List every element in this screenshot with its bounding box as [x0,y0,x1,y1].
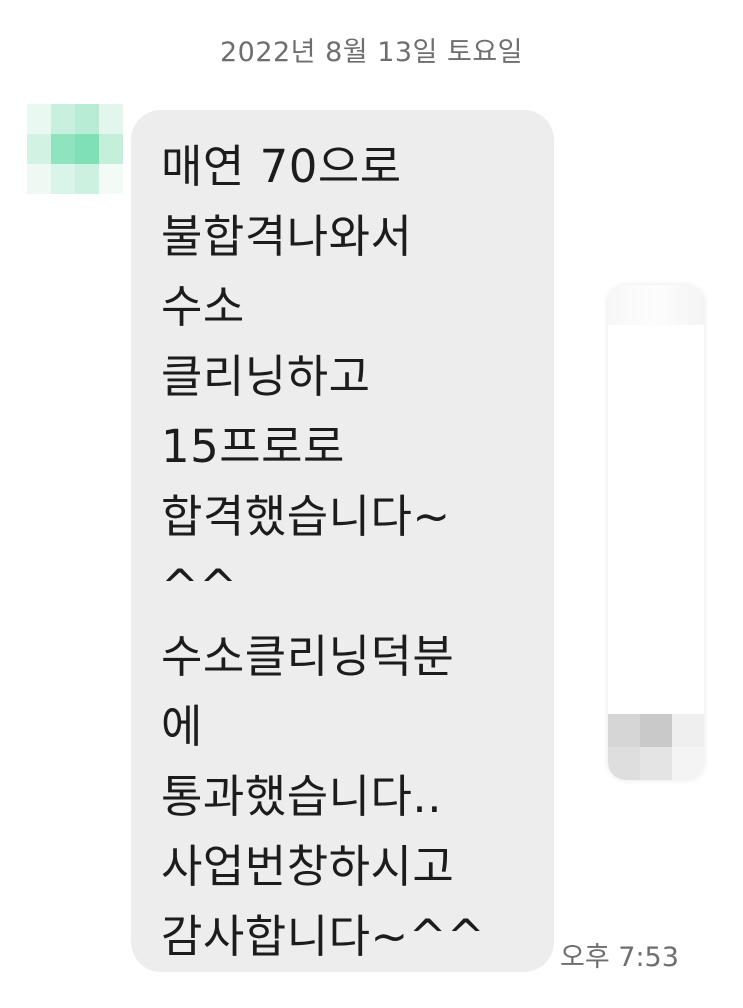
blurred-thumbnail [608,714,704,780]
received-message-bubble[interactable]: 매연 70으로 불합격나와서 수소 클리닝하고 15프로로 합격했습니다~ ^^… [131,110,554,972]
message-line: 매연 70으로 [161,140,402,193]
message-timestamp: 오후 7:53 [560,942,679,973]
blurred-region [608,285,704,325]
chat-screen: 2022년 8월 13일 토요일 매연 70으로 불합격나와서 수소 클리닝하고… [0,0,743,1008]
date-divider: 2022년 8월 13일 토요일 [219,37,524,68]
message-line: 15프로로 [161,420,345,473]
sender-avatar[interactable] [27,104,123,194]
message-line: 사업번창하시고 [161,840,455,893]
message-line: 불합격나와서 [161,210,413,263]
blurred-side-panel [608,285,704,780]
message-line: 수소 [161,280,245,333]
message-line: 통과했습니다.. [161,770,443,823]
message-line: 수소클리닝덕분 [161,630,455,683]
message-line: ^^ [161,560,238,613]
message-line: 감사합니다~^^ [161,910,486,963]
message-line: 에 [161,700,203,753]
message-line: 클리닝하고 [161,350,371,403]
message-line: 합격했습니다~ [161,490,451,543]
